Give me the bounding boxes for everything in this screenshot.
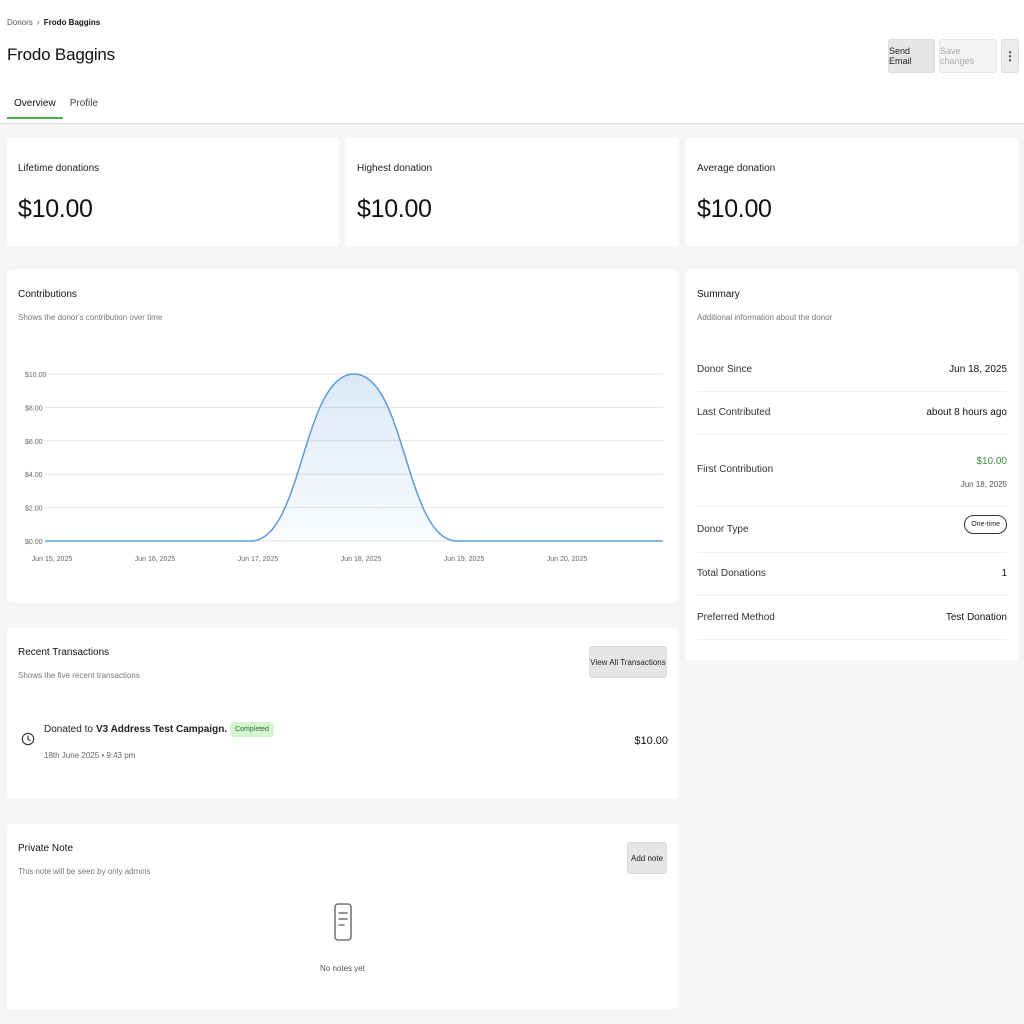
page-header: Donors › Frodo Baggins Frodo Baggins Sen… — [0, 0, 1024, 124]
stat-card-lifetime: Lifetime donations $10.00 — [7, 138, 339, 246]
summary-key: Donor Since — [697, 364, 753, 375]
transactions-title: Recent Transactions — [18, 647, 110, 658]
breadcrumb-current: Frodo Baggins — [43, 17, 101, 27]
stat-value: $10.00 — [357, 195, 432, 223]
page-title: Frodo Baggins — [7, 45, 115, 64]
summary-key: Total Donations — [697, 568, 766, 579]
y-tick-label: $8.00 — [25, 405, 43, 412]
y-tick-label: $10.00 — [25, 372, 47, 379]
empty-notes-text: No notes yet — [320, 964, 365, 973]
stat-card-average: Average donation $10.00 — [686, 138, 1018, 246]
transaction-description: Donated to V3 Address Test Campaign. Com… — [44, 722, 274, 737]
save-changes-button[interactable]: Save changes — [939, 39, 997, 73]
transactions-subtitle: Shows the five recent transactions — [18, 671, 140, 680]
x-tick-label: Jun 16, 2025 — [135, 556, 176, 563]
x-tick-label: Jun 20, 2025 — [547, 556, 588, 563]
clock-icon — [21, 732, 35, 746]
x-tick-label: Jun 15, 2025 — [32, 556, 73, 563]
summary-row-donor-since: Donor Since Jun 18, 2025 — [697, 350, 1007, 392]
y-tick-label: $0.00 — [25, 539, 43, 546]
summary-row-donor-type: Donor Type One-time — [697, 507, 1007, 553]
stat-label: Highest donation — [357, 163, 433, 174]
summary-value-date: Jun 18, 2025 — [960, 480, 1007, 489]
stat-value: $10.00 — [697, 195, 772, 223]
contributions-chart: $0.00 $2.00 $4.00 $6.00 $8.00 $10.00 Jun 15, 2… — [25, 372, 663, 563]
private-note-subtitle: This note will be seen by only admins — [18, 867, 151, 876]
summary-key: Last Contributed — [697, 407, 771, 418]
transaction-amount: $10.00 — [634, 735, 668, 747]
status-badge: Completed — [230, 722, 274, 737]
summary-title: Summary — [697, 289, 740, 300]
y-tick-label: $4.00 — [25, 472, 43, 479]
transaction-date: 18th June 2025 • 9:43 pm — [44, 751, 136, 760]
chevron-right-icon: › — [36, 17, 40, 27]
summary-value-amount: $10.00 — [976, 456, 1007, 467]
private-note-card: Private Note This note will be seen by o… — [7, 824, 678, 1009]
transaction-campaign-link[interactable]: V3 Address Test Campaign. — [96, 724, 227, 735]
summary-row-first-contribution: First Contribution $10.00 Jun 18, 2025 — [697, 435, 1007, 507]
breadcrumb: Donors › Frodo Baggins — [7, 17, 100, 27]
send-email-button[interactable]: Send Email — [888, 39, 935, 73]
summary-row-total-donations: Total Donations 1 — [697, 553, 1007, 596]
summary-value: 1 — [1001, 568, 1007, 579]
tab-profile[interactable]: Profile — [63, 92, 105, 119]
donor-type-badge: One-time — [964, 515, 1007, 534]
header-actions: Send Email Save changes ⋮ — [888, 39, 1019, 73]
transaction-prefix: Donated to — [44, 724, 93, 735]
view-all-transactions-button[interactable]: View All Transactions — [589, 646, 667, 678]
donor-type-pill: One-time — [964, 515, 1007, 534]
stat-card-highest: Highest donation $10.00 — [346, 138, 678, 246]
breadcrumb-donors-link[interactable]: Donors — [7, 18, 33, 27]
y-tick-label: $2.00 — [25, 506, 43, 513]
summary-row-preferred-method: Preferred Method Test Donation — [697, 596, 1007, 640]
transactions-card: Recent Transactions Shows the five recen… — [7, 628, 678, 799]
more-options-icon[interactable]: ⋮ — [1001, 39, 1019, 73]
note-icon — [334, 903, 352, 941]
x-tick-label: Jun 17, 2025 — [238, 556, 279, 563]
summary-value: Jun 18, 2025 — [949, 364, 1007, 375]
x-tick-label: Jun 19, 2025 — [444, 556, 485, 563]
stat-value: $10.00 — [18, 195, 93, 223]
summary-key: Preferred Method — [697, 612, 775, 623]
stat-label: Lifetime donations — [18, 163, 100, 174]
private-note-title: Private Note — [18, 843, 74, 854]
y-tick-label: $6.00 — [25, 439, 43, 446]
tab-bar: Overview Profile — [7, 92, 105, 119]
summary-card: Summary Additional information about the… — [686, 270, 1018, 660]
summary-value: Test Donation — [945, 612, 1007, 623]
x-tick-label: Jun 18, 2025 — [341, 556, 382, 563]
summary-subtitle: Additional information about the donor — [697, 313, 833, 322]
contributions-card: Contributions Shows the donor's contribu… — [7, 270, 678, 602]
summary-key: First Contribution — [697, 464, 774, 475]
summary-row-last-contributed: Last Contributed about 8 hours ago — [697, 392, 1007, 435]
stat-label: Average donation — [697, 163, 776, 174]
tab-overview[interactable]: Overview — [7, 92, 63, 119]
series-area — [45, 374, 663, 541]
add-note-button[interactable]: Add note — [627, 842, 667, 874]
summary-key: Donor Type — [697, 524, 749, 535]
summary-value: about 8 hours ago — [926, 407, 1007, 418]
